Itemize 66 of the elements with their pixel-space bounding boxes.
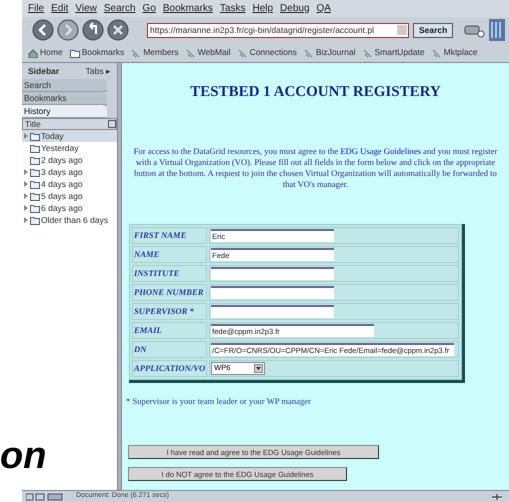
menu-item[interactable]: Help	[252, 1, 274, 16]
menu-item[interactable]: Search	[104, 1, 136, 16]
field-label: SUPERVISOR *	[132, 302, 208, 320]
home-icon	[28, 48, 38, 58]
input-field[interactable]	[211, 286, 334, 298]
field-label: EMAIL	[132, 322, 208, 338]
folder-icon	[70, 48, 80, 58]
search-button[interactable]: Search	[413, 22, 454, 38]
link-icon	[432, 48, 442, 58]
stop-button[interactable]	[107, 19, 129, 41]
sidebar-tab[interactable]: Search	[22, 79, 107, 92]
caret-icon	[255, 364, 262, 372]
menu-item[interactable]: Edit	[51, 1, 68, 16]
history-item[interactable]: 5 days ago	[22, 190, 117, 202]
sidebar-title: Sidebar	[28, 64, 60, 78]
menu-item[interactable]: Go	[142, 1, 156, 16]
history-item[interactable]: 2 days ago	[22, 154, 117, 166]
field-label: DN	[132, 340, 208, 358]
status-icons[interactable]	[26, 492, 64, 500]
menu-item[interactable]: File	[28, 1, 44, 16]
logo-icon	[489, 19, 506, 41]
intro-paragraph: For access to the DataGrid resources, you must agree to the EDG Usage Guidelines and you must register with a Virtual Organization (VO). Please fill out all fields in the form below and click on the appropriate button at the bottom. A request to join the chosen Virtual Organization will automatically be forwarded to that VO's manager.	[132, 146, 498, 190]
sidebar-tab[interactable]: Bookmarks	[22, 92, 107, 105]
page-title: TESTBED 1 ACCOUNT REGISTERY	[190, 83, 441, 102]
menu-item[interactable]: View	[75, 1, 97, 16]
bookmark-link[interactable]: BizJournal	[304, 46, 356, 59]
link-icon	[238, 48, 248, 58]
input-field[interactable]	[211, 304, 334, 318]
expander-icon[interactable]	[23, 132, 29, 140]
link-icon	[362, 48, 373, 58]
back-button[interactable]	[32, 19, 54, 41]
bookmark-link[interactable]: Mktplace	[432, 46, 478, 59]
link-icon	[304, 48, 314, 58]
guidelines-link[interactable]: EDG Usage Guidelines	[340, 146, 421, 156]
reload-button[interactable]	[82, 19, 104, 41]
history-item[interactable]: Today	[22, 130, 117, 142]
bookmark-link[interactable]: WebMail	[186, 46, 231, 59]
bookmark-link[interactable]: Members	[131, 46, 179, 59]
forward-button[interactable]	[57, 19, 79, 41]
column-picker-icon[interactable]	[108, 120, 116, 128]
link-icon	[131, 48, 142, 58]
history-item[interactable]: Older than 6 days	[22, 214, 117, 226]
bookmark-link[interactable]: Home	[28, 46, 63, 59]
bookmark-link[interactable]: Connections	[238, 46, 297, 59]
menu-item[interactable]: Bookmarks	[162, 1, 213, 16]
field-label: APPLICATION/VO	[132, 360, 208, 376]
input-field[interactable]	[211, 266, 334, 280]
history-item[interactable]: Yesterday	[22, 142, 117, 154]
field-label: FIRST NAME	[132, 226, 208, 244]
menu-item[interactable]: QA	[316, 1, 331, 16]
link-icon	[186, 48, 196, 58]
history-item[interactable]: 6 days ago	[22, 202, 117, 214]
bookmark-link[interactable]: Bookmarks	[70, 46, 124, 59]
field-label: PHONE NUMBER	[132, 284, 208, 300]
field-label: INSTITUTE	[132, 264, 208, 282]
bookmark-link[interactable]: SmartUpdate	[362, 46, 425, 59]
overlay-text: on	[0, 436, 46, 476]
menu-item[interactable]: Debug	[280, 1, 310, 16]
tabs-menu[interactable]: Tabs ▸	[86, 64, 111, 78]
sidebar-tab[interactable]: History	[22, 105, 107, 118]
history-item[interactable]: 4 days ago	[22, 178, 117, 190]
address-field[interactable]: https://marianne.in2p3.fr/cgi-bin/datagrid/register/account.pl	[147, 22, 409, 38]
footnote: * Supervisor is your team leader or your WP manager	[126, 394, 311, 408]
field-label: NAME	[132, 246, 208, 262]
menu-item[interactable]: Tasks	[220, 1, 246, 16]
history-item[interactable]: 3 days ago	[22, 166, 117, 178]
